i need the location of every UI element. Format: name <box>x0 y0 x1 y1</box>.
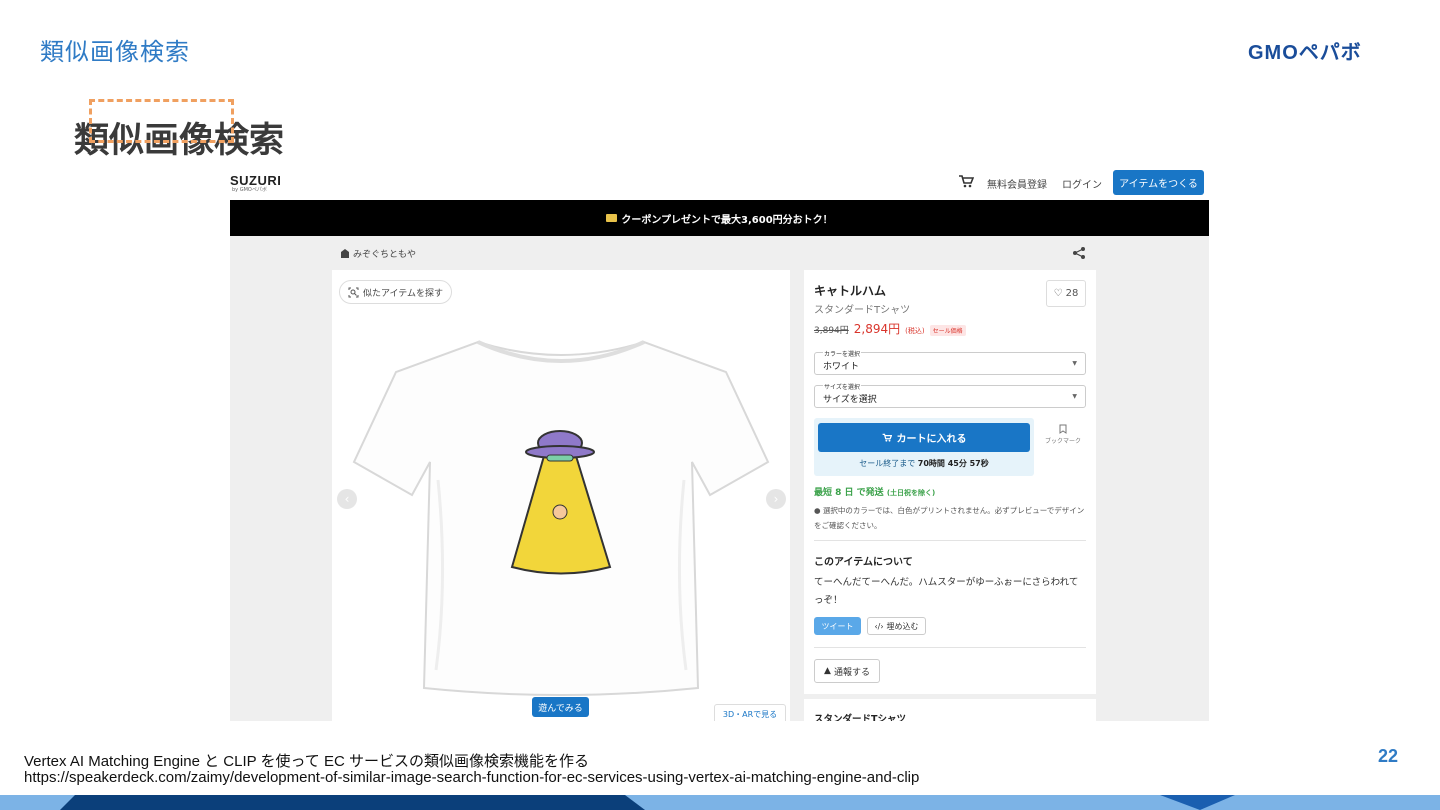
page-number: 22 <box>1378 746 1399 766</box>
find-similar-button[interactable]: 似たアイテムを探す <box>339 280 452 304</box>
divider <box>814 647 1086 648</box>
heart-icon: ♡ <box>1053 288 1063 299</box>
sale-price: 2,894円 <box>853 322 901 336</box>
original-price: 3,894円 <box>814 326 849 336</box>
about-heading: このアイテムについて <box>814 557 913 568</box>
footer-band <box>0 795 1440 810</box>
cart-icon <box>882 433 892 442</box>
item-type: スタンダードTシャツ <box>814 305 911 316</box>
chevron-down-icon: ▼ <box>1072 393 1077 400</box>
find-similar-label: 似たアイテムを探す <box>362 288 444 299</box>
info-icon: ● <box>814 506 821 515</box>
add-to-cart-button[interactable]: カートに入れる <box>818 423 1030 452</box>
add-to-cart-label: カートに入れる <box>896 434 967 445</box>
shipping-info: 最短 8 日 で発送 (土日祝を除く) <box>814 485 935 498</box>
divider <box>814 540 1086 541</box>
size-select-label: サイズを選択 <box>823 382 861 391</box>
code-icon: ‹/› <box>874 621 884 631</box>
product-info-panel: キャトルハム スタンダードTシャツ ♡ 28 3,894円 2,894円 (税込… <box>804 270 1096 694</box>
color-select-label: カラーを選択 <box>823 349 862 358</box>
share-icon[interactable] <box>1072 246 1086 260</box>
image-search-icon <box>348 287 359 297</box>
chevron-down-icon: ▼ <box>1072 360 1077 367</box>
site-logo-subtitle: by GMOペパボ <box>232 187 267 193</box>
signup-link[interactable]: 無料会員登録 <box>987 176 1047 191</box>
item-title: キャトルハム <box>814 284 887 298</box>
sale-badge: セール価格 <box>929 325 966 336</box>
next-image-button[interactable]: › <box>766 489 786 509</box>
site-header: SUZURI by GMOペパボ 無料会員登録 ログイン アイテムをつくる <box>230 165 1209 200</box>
cart-icon[interactable] <box>958 174 974 188</box>
color-note-text: 選択中のカラーでは、白色がプリントされません。必ずプレビューでデザインをご確認く… <box>814 506 1085 530</box>
ar-view-button[interactable]: 3D・ARで見る <box>714 704 786 721</box>
highlight-box <box>89 99 234 143</box>
sale-countdown-label: セール終了まで <box>859 459 916 468</box>
caption-url[interactable]: https://speakerdeck.com/zaimy/developmen… <box>24 769 919 786</box>
favorite-count: 28 <box>1065 288 1079 299</box>
shipping-note: (土日祝を除く) <box>886 489 936 497</box>
bookmark-icon <box>1059 424 1067 434</box>
brand-logo: GMOペパボ <box>1248 42 1362 64</box>
shop-breadcrumb[interactable]: みぞぐちともや <box>340 247 416 260</box>
color-select-value: ホワイト <box>823 362 860 372</box>
report-label: 通報する <box>833 667 870 678</box>
detail-heading: スタンダードTシャツ <box>814 714 906 721</box>
sale-countdown: セール終了まで 70時間 45分 57秒 <box>814 458 1034 469</box>
slide-header: 類似画像検索 <box>40 38 190 66</box>
create-item-button[interactable]: アイテムをつくる <box>1113 170 1204 195</box>
embed-label: 埋め込む <box>886 621 919 631</box>
favorite-button[interactable]: ♡ 28 <box>1046 280 1086 307</box>
sale-countdown-time: 70時間 45分 57秒 <box>917 459 989 468</box>
shop-icon <box>341 249 349 258</box>
shipping-days: 最短 8 日 で発送 <box>814 488 884 498</box>
size-select-value: サイズを選択 <box>823 395 877 405</box>
prev-image-button[interactable]: ‹ <box>337 489 357 509</box>
price-row: 3,894円 2,894円 (税込) セール価格 <box>814 320 966 337</box>
product-detail-panel: スタンダードTシャツ <box>804 699 1096 721</box>
tax-label: (税込) <box>905 327 925 335</box>
product-page-screenshot: SUZURI by GMOペパボ 無料会員登録 ログイン アイテムをつくる クー… <box>230 165 1209 721</box>
login-link[interactable]: ログイン <box>1062 176 1102 191</box>
promo-text: クーポンプレゼントで最大3,600円分おトク！ <box>621 214 833 226</box>
ticket-icon <box>606 214 618 222</box>
product-image-panel: 似たアイテムを探す ‹ › 遊んでみる 3D・ARで見る <box>332 270 790 721</box>
color-select[interactable]: カラーを選択 ホワイト ▼ <box>814 349 1086 375</box>
bookmark-button[interactable]: ブックマーク <box>1040 424 1086 445</box>
report-button[interactable]: ▲ 通報する <box>814 659 880 683</box>
embed-button[interactable]: ‹/› 埋め込む <box>867 617 926 635</box>
cart-area: カートに入れる セール終了まで 70時間 45分 57秒 <box>814 418 1034 476</box>
size-select[interactable]: サイズを選択 サイズを選択 ▼ <box>814 382 1086 408</box>
shop-name: みぞぐちともや <box>353 250 417 260</box>
play-button[interactable]: 遊んでみる <box>532 697 589 717</box>
color-note: ● 選択中のカラーでは、白色がプリントされません。必ずプレビューでデザインをご確… <box>814 503 1086 533</box>
promo-banner[interactable]: クーポンプレゼントで最大3,600円分おトク！ <box>230 200 1209 236</box>
tshirt-image <box>352 340 770 696</box>
tweet-button[interactable]: ツイート <box>814 617 861 635</box>
bookmark-label: ブックマーク <box>1044 438 1081 445</box>
warning-icon: ▲ <box>824 666 831 676</box>
caption-title: Vertex AI Matching Engine と CLIP を使って EC… <box>24 753 589 770</box>
about-text: てーへんだてーへんだ。ハムスターがゆーふぉーにさらわれてっぞ！ <box>814 577 1079 606</box>
